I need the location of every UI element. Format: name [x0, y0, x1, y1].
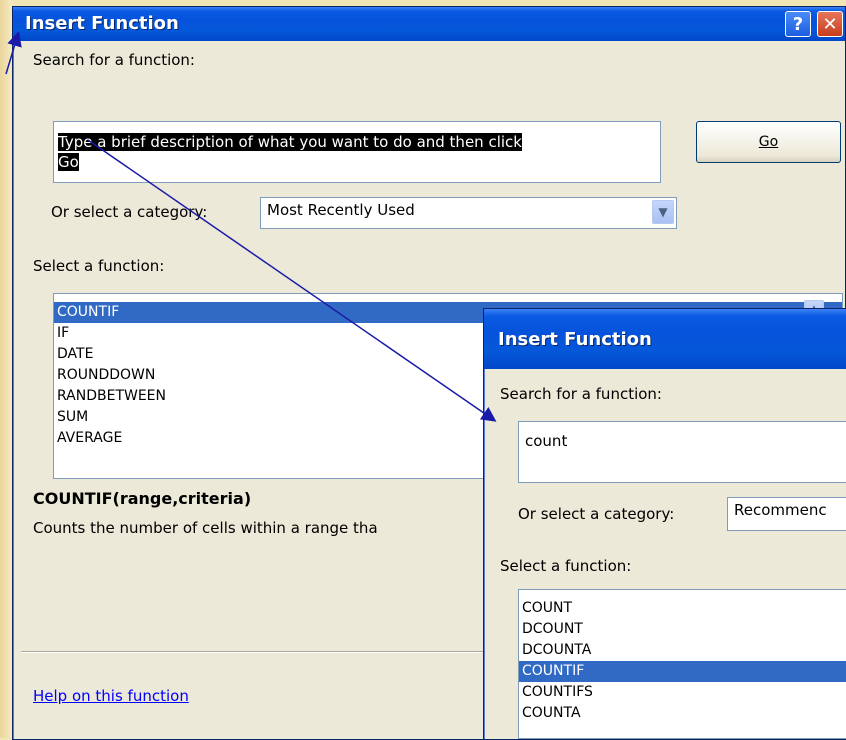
arrow-to-title [5, 31, 22, 75]
arrow-to-search-input [87, 139, 497, 422]
annotation-arrows [5, 31, 497, 422]
